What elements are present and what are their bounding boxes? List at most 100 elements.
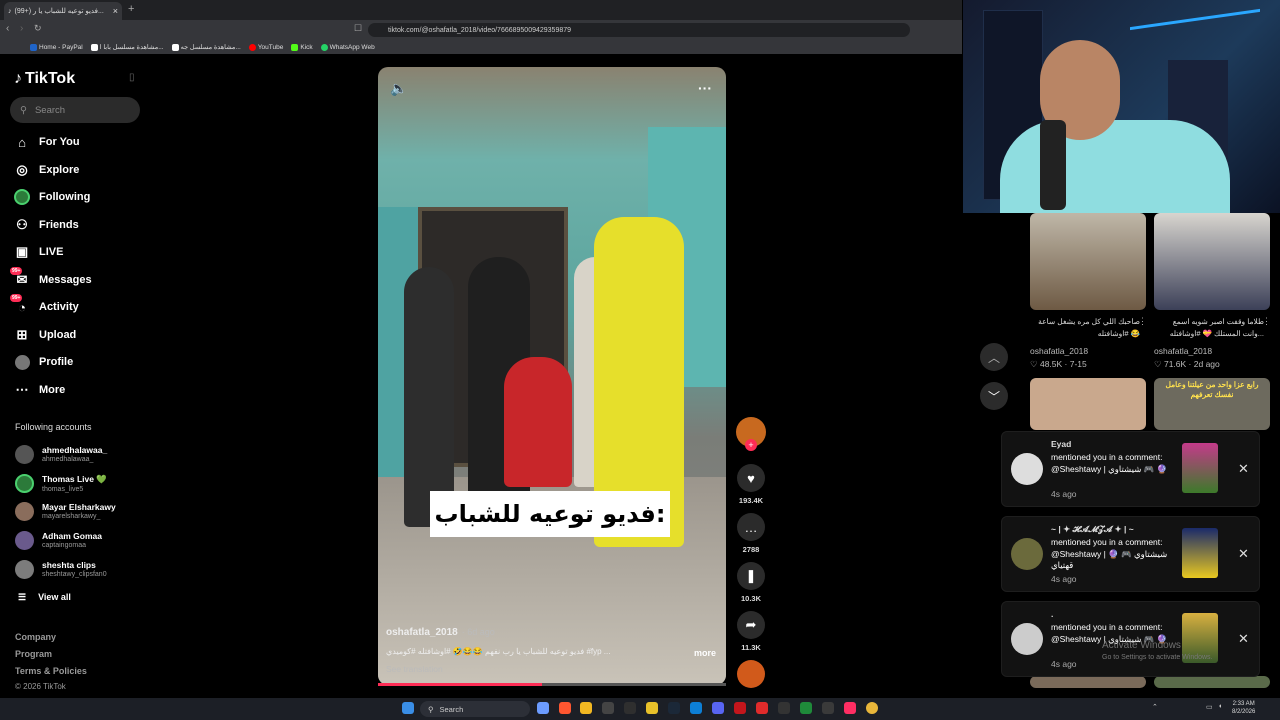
nav-messages[interactable]: ✉ 99+ Messages bbox=[10, 267, 124, 290]
grid-options-icon[interactable]: ⋮ bbox=[1138, 316, 1147, 327]
like-button[interactable]: ♥ 193.4K bbox=[736, 464, 766, 505]
grid-thumbnail[interactable] bbox=[1030, 213, 1146, 310]
video-player[interactable] bbox=[378, 67, 726, 685]
close-icon[interactable]: ✕ bbox=[1238, 461, 1249, 477]
bookmark-series-1[interactable]: مشاهدة مسلسل بابا ا... bbox=[90, 43, 164, 51]
browser-tab[interactable]: ♪ (99+) فديو توعيه للشباب يا ر... × bbox=[4, 2, 122, 20]
more-link[interactable]: more bbox=[694, 648, 716, 658]
notification-card[interactable]: . mentioned you in a comment: @Sheshtawy… bbox=[1001, 601, 1260, 677]
notification-card[interactable]: Eyad mentioned you in a comment: @Shesht… bbox=[1001, 431, 1260, 507]
app-icon[interactable] bbox=[756, 702, 768, 714]
list-icon: ☰ bbox=[18, 592, 27, 602]
close-icon[interactable]: ✕ bbox=[1238, 631, 1249, 647]
music-disc-icon[interactable] bbox=[737, 660, 765, 688]
comment-button[interactable]: … 2788 bbox=[736, 513, 766, 554]
github-icon[interactable] bbox=[624, 702, 636, 714]
grid-video-title[interactable]: صاحبك اللي كل مره يشغل ساعة 😂 #اوشافتله bbox=[1030, 316, 1140, 340]
collapse-sidebar-icon[interactable]: ▯ bbox=[129, 72, 135, 83]
search-input[interactable]: ⚲ Search bbox=[10, 97, 140, 123]
notification-card[interactable]: ~ | ✦ 𝓗𝓐𝓜𝓩𝓐 ✦ | ~ mentioned you in a com… bbox=[1001, 516, 1260, 592]
app-icon[interactable] bbox=[800, 702, 812, 714]
footer-company[interactable]: Company bbox=[15, 632, 56, 642]
video-options-icon[interactable]: ··· bbox=[698, 80, 712, 96]
windows-taskbar bbox=[0, 698, 1280, 720]
steam-icon[interactable] bbox=[668, 702, 680, 714]
nav-upload[interactable]: ⊞ Upload bbox=[14, 325, 124, 345]
grid-video-author[interactable]: oshafatla_2018 bbox=[1030, 346, 1088, 356]
bookmark-kick[interactable]: Kick bbox=[291, 43, 313, 51]
new-tab-icon[interactable]: + bbox=[128, 3, 134, 15]
account-item[interactable]: ahmedhalawaa_ ahmedhalawaa_ bbox=[15, 442, 107, 466]
save-button[interactable]: ❚ 10.3K bbox=[736, 562, 766, 603]
grid-thumbnail[interactable] bbox=[1154, 213, 1270, 310]
streamer-body bbox=[1000, 120, 1230, 213]
activity-icon: ◔ 99+ bbox=[10, 294, 26, 315]
address-bar[interactable]: tiktok.com/@oshafatla_2018/video/7666895… bbox=[368, 23, 910, 37]
nav-profile[interactable]: Profile bbox=[14, 352, 124, 372]
app-icon[interactable] bbox=[734, 702, 746, 714]
task-view-icon[interactable] bbox=[537, 702, 549, 714]
footer-terms[interactable]: Terms & Policies bbox=[15, 666, 87, 676]
tiktok-logo[interactable]: ♪ TikTok bbox=[14, 70, 75, 88]
grid-thumbnail[interactable] bbox=[1154, 676, 1270, 688]
edge-icon[interactable] bbox=[690, 702, 702, 714]
previous-video-button[interactable]: ︿ bbox=[980, 343, 1008, 371]
share-button[interactable]: ➦ 11.3K bbox=[736, 611, 766, 652]
video-author[interactable]: oshafatla_2018 · 6d ago bbox=[386, 627, 495, 638]
app-icon[interactable] bbox=[778, 702, 790, 714]
file-explorer-icon[interactable] bbox=[580, 702, 592, 714]
view-all-link[interactable]: ☰ View all bbox=[18, 592, 71, 603]
volume-tray-icon[interactable]: ◖ bbox=[1218, 703, 1222, 710]
app-icon[interactable] bbox=[646, 702, 658, 714]
bookmark-page-icon[interactable]: ☐ bbox=[354, 23, 362, 34]
nav-friends[interactable]: ⚇ Friends bbox=[14, 215, 124, 235]
back-icon[interactable]: ‹ bbox=[6, 23, 9, 34]
network-icon[interactable]: ▭ bbox=[1206, 703, 1213, 711]
bookmark-icon: ❚ bbox=[737, 562, 765, 590]
friends-icon: ⚇ bbox=[16, 217, 28, 232]
grid-thumbnail[interactable] bbox=[1030, 378, 1146, 430]
nav-live[interactable]: ▣ LIVE bbox=[14, 242, 124, 262]
volume-icon[interactable]: 🔈 bbox=[390, 80, 407, 97]
taskbar-clock[interactable]: 2:33 AM 8/2/2026 bbox=[1232, 700, 1255, 716]
forward-icon[interactable]: › bbox=[20, 23, 23, 34]
grid-options-icon[interactable]: ⋮ bbox=[1262, 316, 1271, 327]
account-item[interactable]: Adham Gomaa captaingomaa bbox=[15, 528, 102, 552]
grid-video-author[interactable]: oshafatla_2018 bbox=[1154, 346, 1212, 356]
app-icon[interactable] bbox=[822, 702, 834, 714]
bookmark-youtube[interactable]: YouTube bbox=[248, 43, 283, 51]
grid-thumbnail[interactable] bbox=[1030, 676, 1146, 688]
footer-program[interactable]: Program bbox=[15, 649, 52, 659]
account-item[interactable]: Mayar Elsharkawy mayarelsharkawy_ bbox=[15, 499, 116, 523]
discord-icon[interactable] bbox=[712, 702, 724, 714]
windows-start-icon[interactable] bbox=[402, 702, 414, 714]
brave-icon[interactable] bbox=[559, 702, 571, 714]
follow-plus-icon[interactable]: + bbox=[745, 439, 757, 451]
reload-icon[interactable]: ↻ bbox=[34, 23, 42, 34]
chrome-icon[interactable] bbox=[866, 702, 878, 714]
close-tab-icon[interactable]: × bbox=[113, 6, 118, 16]
tray-chevron-icon[interactable]: ⌃ bbox=[1152, 703, 1158, 711]
grid-video-title[interactable]: طلاما وقفت اصبر شويه اسمع ...وانت المستل… bbox=[1154, 316, 1264, 340]
nav-for-you[interactable]: ⌂ For You bbox=[14, 132, 124, 152]
bookmark-paypal[interactable]: Home - PayPal bbox=[30, 43, 83, 51]
nav-more[interactable]: ⋯ More bbox=[14, 380, 124, 400]
bookmark-series-2[interactable]: مشاهدة مسلسل جه... bbox=[171, 43, 241, 51]
account-item[interactable]: sheshta clips sheshtawy_clipsfan0 bbox=[15, 557, 107, 581]
nav-following[interactable]: Following bbox=[14, 187, 124, 207]
bookmark-whatsapp[interactable]: WhatsApp Web bbox=[320, 43, 375, 51]
messages-icon: ✉ 99+ bbox=[10, 267, 28, 287]
close-icon[interactable]: ✕ bbox=[1238, 546, 1249, 562]
messages-badge: 99+ bbox=[10, 267, 23, 275]
account-item[interactable]: Thomas Live 💚 thomas_live5 bbox=[15, 471, 107, 495]
tiktok-icon[interactable] bbox=[844, 702, 856, 714]
video-description: فديو توعيه للشباب يا رب نفهم 😂😂🤣 #اوشافت… bbox=[386, 647, 611, 656]
store-icon[interactable] bbox=[602, 702, 614, 714]
live-icon: ▣ bbox=[15, 244, 29, 259]
see-translation-link[interactable]: See translation bbox=[386, 664, 443, 674]
nav-explore[interactable]: ◎ Explore bbox=[14, 160, 124, 180]
taskbar-search[interactable]: ⚲ Search bbox=[420, 701, 530, 717]
video-progress-bar[interactable] bbox=[378, 683, 726, 686]
nav-activity[interactable]: ◔ 99+ Activity bbox=[10, 294, 124, 317]
next-video-button[interactable]: ﹀ bbox=[980, 382, 1008, 410]
